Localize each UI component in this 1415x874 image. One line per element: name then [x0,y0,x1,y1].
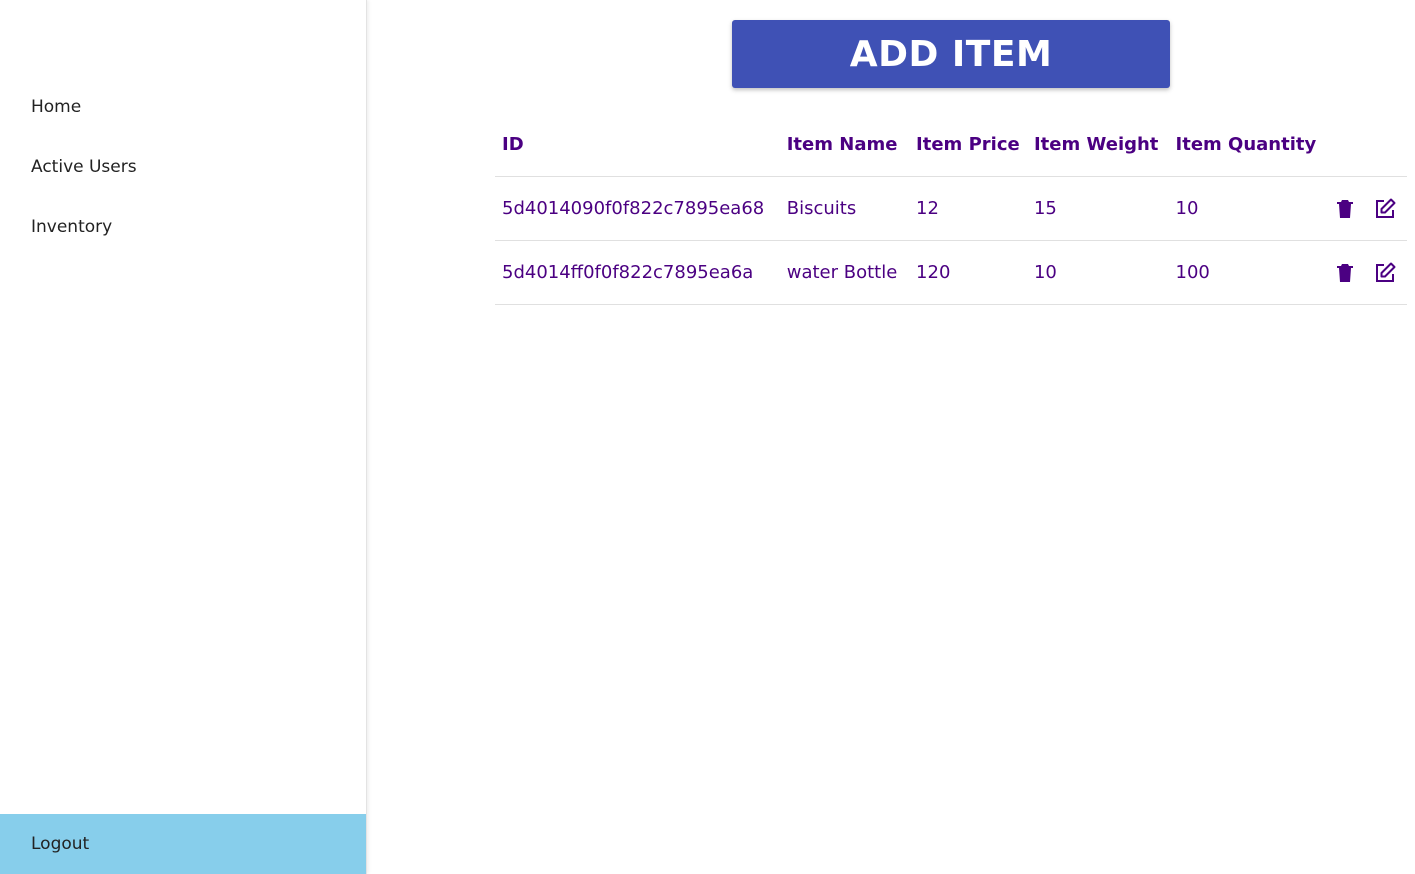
main-content: ADD ITEM ID Item Name Item Price Item We… [367,0,1415,874]
sidebar: Home Active Users Inventory Logout [0,0,367,874]
table-row: 5d4014ff0f0f822c7895ea6a water Bottle 12… [495,240,1407,305]
sidebar-item-inventory[interactable]: Inventory [0,197,366,257]
table-row: 5d4014090f0f822c7895ea68 Biscuits 12 15 … [495,176,1407,241]
column-header-item-name: Item Name [779,113,910,177]
cell-item-name: water Bottle [779,240,910,305]
app-root: Home Active Users Inventory Logout ADD I… [0,0,1415,874]
sidebar-nav: Home Active Users Inventory [0,77,366,257]
cell-id: 5d4014ff0f0f822c7895ea6a [495,240,780,305]
column-header-id: ID [495,113,780,177]
edit-icon[interactable] [1373,261,1397,285]
trash-icon[interactable] [1333,261,1357,285]
sidebar-item-home[interactable]: Home [0,77,366,137]
cell-item-weight: 15 [1026,176,1169,241]
cell-item-weight: 10 [1026,240,1169,305]
cell-actions [1316,176,1407,241]
logout-button[interactable]: Logout [0,814,366,874]
sidebar-item-active-users[interactable]: Active Users [0,137,366,197]
column-header-actions [1316,113,1407,177]
cell-id: 5d4014090f0f822c7895ea68 [495,176,780,241]
cell-item-name: Biscuits [779,176,910,241]
column-header-item-weight: Item Weight [1026,113,1169,177]
cell-item-price: 120 [909,240,1027,305]
column-header-item-price: Item Price [909,113,1027,177]
cell-item-quantity: 100 [1168,240,1317,305]
cell-item-price: 12 [909,176,1027,241]
edit-icon[interactable] [1373,197,1397,221]
add-item-button[interactable]: ADD ITEM [732,20,1170,88]
inventory-table: ID Item Name Item Price Item Weight Item… [495,113,1407,305]
column-header-item-quantity: Item Quantity [1168,113,1317,177]
trash-icon[interactable] [1333,197,1357,221]
cell-actions [1316,240,1407,305]
table-header-row: ID Item Name Item Price Item Weight Item… [495,113,1407,177]
cell-item-quantity: 10 [1168,176,1317,241]
